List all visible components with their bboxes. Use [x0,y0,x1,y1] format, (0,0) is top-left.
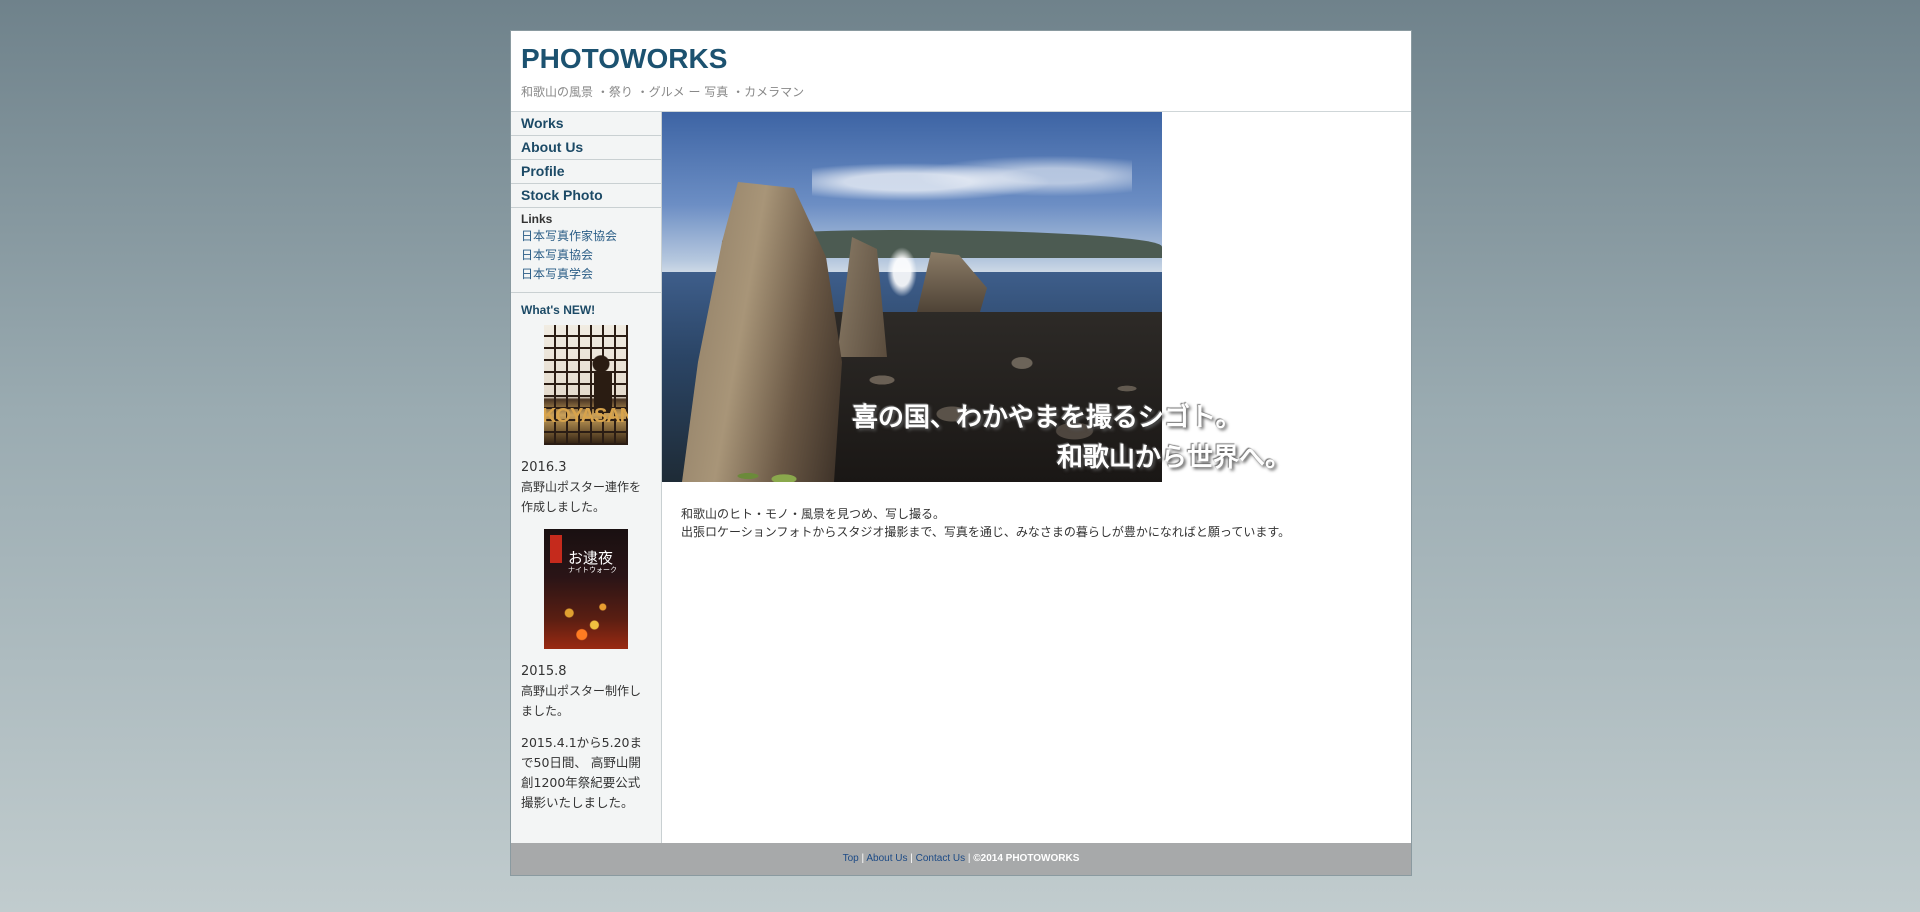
poster-red-label [550,535,562,563]
footer-link-top[interactable]: Top [843,853,859,864]
footer-copyright: ©2014 PHOTOWORKS [973,853,1080,864]
page-container: PHOTOWORKS 和歌山の風景 ・祭り ・グルメ ー 写真 ・カメラマン W… [510,30,1412,876]
monk-silhouette [586,353,616,413]
nav-item-stock-photo[interactable]: Stock Photo [511,184,661,208]
hero-splash [887,247,917,297]
site-logo[interactable]: PHOTOWORKS [521,43,727,75]
news-text: 2015.4.1から5.20まで50日間、 高野山開創1200年祭紀要公式撮影い… [521,735,642,810]
hero-clouds [812,152,1132,212]
nav-item-profile[interactable]: Profile [511,160,661,184]
whats-new-section: What's NEW! KOYASAN 2016.3 高野山ポスター連作を作成し… [511,293,661,813]
site-header: PHOTOWORKS 和歌山の風景 ・祭り ・グルメ ー 写真 ・カメラマン [511,31,1411,112]
intro-text: 和歌山のヒト・モノ・風景を見つめ、写し撮る。 出張ロケーションフォトからスタジオ… [681,505,1290,541]
footer-link-contact-us[interactable]: Contact Us [916,853,965,864]
night-walk-poster-thumbnail[interactable]: お逮夜 ナイトウォーク [544,529,628,649]
footer-separator: | [907,853,916,864]
link-item[interactable]: 日本写真協会 [521,246,651,265]
footer-link-about-us[interactable]: About Us [866,853,907,864]
intro-line1: 和歌山のヒト・モノ・風景を見つめ、写し撮る。 [681,507,946,521]
site-tagline: 和歌山の風景 ・祭り ・グルメ ー 写真 ・カメラマン [521,85,805,99]
sidebar: Works About Us Profile Stock Photo Links… [511,112,662,843]
links-section: Links 日本写真作家協会 日本写真協会 日本写真学会 [511,208,661,293]
poster-subtitle: ナイトウォーク [568,566,617,574]
hero-big-rock [682,182,842,482]
poster-title: KOYASAN [544,405,628,427]
site-footer: Top | About Us | Contact Us | ©2014 PHOT… [511,843,1411,875]
hero-grass [712,452,832,482]
news-text: 高野山ポスター制作しました。 [521,684,642,718]
news-date: 2015.8 [521,664,567,679]
nav-item-works[interactable]: Works [511,112,661,136]
hero-slogan-line1: 喜の国、わかやまを撮るシゴト。 [852,403,1242,433]
nav-item-about-us[interactable]: About Us [511,136,661,160]
whats-new-title: What's NEW! [521,303,596,317]
link-item[interactable]: 日本写真学会 [521,265,651,284]
main-content: 喜の国、わかやまを撮るシゴト。 和歌山から世界へ。 和歌山のヒト・モノ・風景を見… [662,112,1411,843]
news-date: 2016.3 [521,460,567,475]
intro-line2: 出張ロケーションフォトからスタジオ撮影まで、写真を通じ、みなさまの暮らしが豊かに… [681,525,1291,539]
news-text: 高野山ポスター連作を作成しました。 [521,480,642,514]
link-item[interactable]: 日本写真作家協会 [521,227,651,246]
links-title: Links [521,212,553,226]
hero-rock [917,252,987,312]
koyasan-poster-thumbnail[interactable]: KOYASAN [544,325,628,445]
hero-slogan-line2: 和歌山から世界へ。 [1057,443,1292,473]
